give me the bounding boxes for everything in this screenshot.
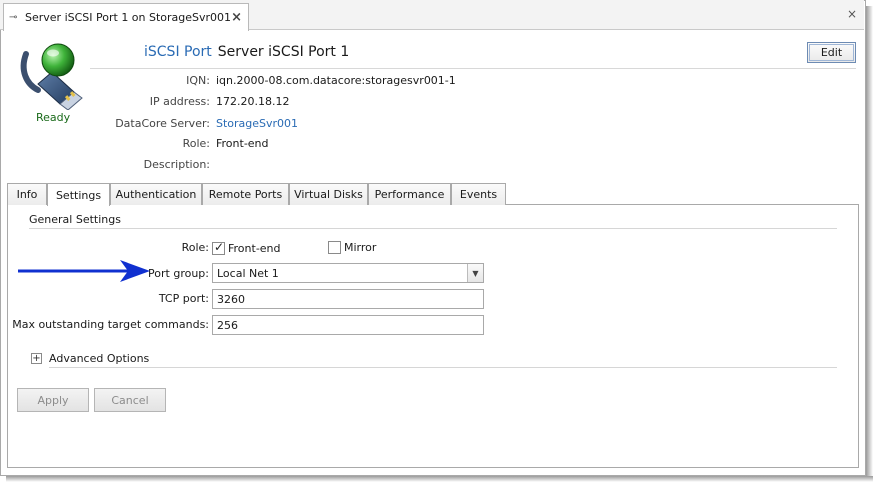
property-iqn: IQN: <box>0 74 210 88</box>
property-label: Role: <box>182 137 210 150</box>
cancel-button[interactable]: Cancel <box>94 388 166 412</box>
tab-performance[interactable]: Performance <box>368 183 451 205</box>
role-label: Role: <box>181 241 209 254</box>
port-group-value: Local Net 1 <box>217 267 279 280</box>
object-type-label: iSCSI Port <box>144 44 212 60</box>
header-divider <box>90 68 856 69</box>
tab-authentication[interactable]: Authentication <box>110 183 202 205</box>
expand-icon[interactable]: + <box>31 353 42 364</box>
tcp-port-input[interactable]: 3260 <box>212 289 484 309</box>
tab-close-icon[interactable]: × <box>231 10 242 25</box>
apply-button[interactable]: Apply <box>17 388 89 412</box>
tab-virtual-disks[interactable]: Virtual Disks <box>289 183 368 205</box>
mirror-label: Mirror <box>344 241 377 254</box>
port-group-select[interactable]: Local Net 1 ▼ <box>212 263 484 283</box>
checkmark-icon: ✓ <box>214 240 225 254</box>
tab-settings[interactable]: Settings <box>47 183 110 206</box>
tcp-port-label: TCP port: <box>158 292 209 305</box>
document-tab-title: Server iSCSI Port 1 on StorageSvr001 <box>25 11 232 24</box>
panel-close-icon[interactable]: × <box>847 7 857 21</box>
tab-remote-ports[interactable]: Remote Ports <box>202 183 289 205</box>
chevron-down-icon[interactable]: ▼ <box>467 264 483 282</box>
frontend-checkbox[interactable]: ✓ <box>212 240 225 255</box>
property-datacore-server: DataCore Server: <box>0 117 210 131</box>
max-commands-label: Max outstanding target commands: <box>12 318 209 331</box>
frontend-label: Front-end <box>228 242 281 255</box>
edit-button[interactable]: Edit <box>807 42 856 63</box>
property-label: Description: <box>143 158 210 171</box>
plug-icon: ⊸ <box>9 12 18 23</box>
max-commands-input[interactable]: 256 <box>212 315 484 335</box>
document-tab-strip: ⊸ Server iSCSI Port 1 on StorageSvr001 ×… <box>0 0 864 31</box>
datacore-server-link[interactable]: StorageSvr001 <box>216 117 298 130</box>
property-label: IQN: <box>186 74 210 87</box>
property-label: DataCore Server: <box>115 117 210 130</box>
page-title: iSCSI Port Server iSCSI Port 1 <box>144 44 349 60</box>
tcp-port-value: 3260 <box>217 293 245 306</box>
mirror-checkbox[interactable] <box>328 241 341 254</box>
window-shadow-right <box>866 6 873 482</box>
property-value: Front-end <box>216 137 269 150</box>
annotation-arrow-icon <box>18 260 150 282</box>
tab-info[interactable]: Info <box>7 183 47 205</box>
section-title: General Settings <box>29 213 121 226</box>
object-name: Server iSCSI Port 1 <box>217 44 350 60</box>
property-description: Description: <box>0 158 210 172</box>
property-value: 172.20.18.12 <box>216 95 290 108</box>
advanced-options-label[interactable]: Advanced Options <box>49 352 149 365</box>
section-divider <box>29 228 837 229</box>
property-role: Role: <box>0 137 210 151</box>
max-commands-value: 256 <box>217 319 238 332</box>
advanced-divider <box>49 367 837 368</box>
property-value: iqn.2000-08.com.datacore:storagesvr001-1 <box>216 74 456 87</box>
property-ip-address: IP address: <box>0 95 210 109</box>
window-shadow-bottom <box>6 476 873 482</box>
tab-events[interactable]: Events <box>451 183 506 205</box>
document-tab[interactable]: ⊸ Server iSCSI Port 1 on StorageSvr001 × <box>3 3 249 31</box>
property-label: IP address: <box>149 95 210 108</box>
